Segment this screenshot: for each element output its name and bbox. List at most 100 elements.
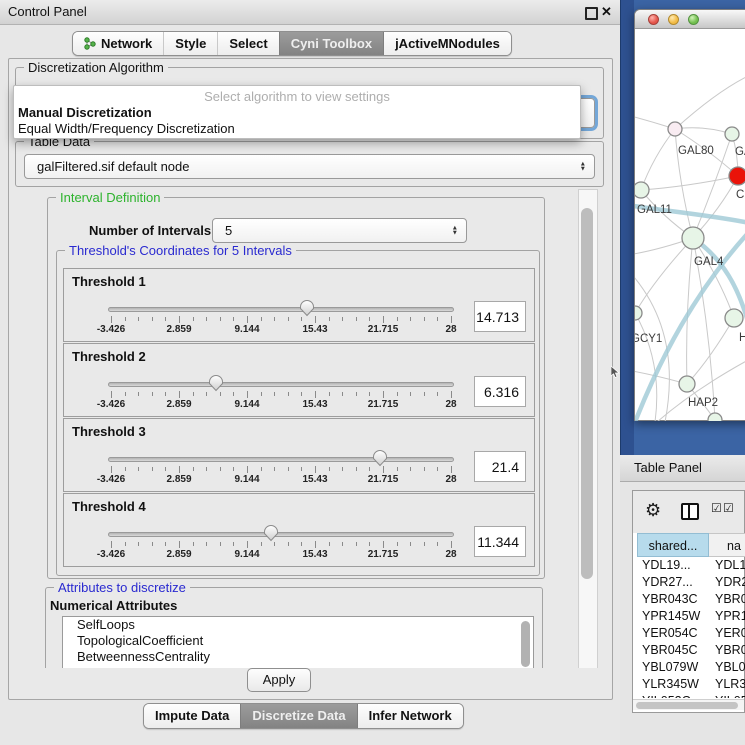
tab-style[interactable]: Style [163,32,217,55]
cytopanel-tab-bar: Network Style Select Cyni Toolbox jActiv… [72,31,512,56]
node-label: GAL11 [637,204,672,216]
table-row[interactable]: YBR045CYBR04 [637,642,745,659]
numeric-attributes-list[interactable]: SelfLoopsTopologicalCoefficientBetweenne… [62,616,534,668]
threshold-value-field[interactable]: 6.316 [474,376,526,407]
table-row[interactable]: YLR345WYLR34 [637,676,745,693]
table-data-value: galFiltered.sif default node [37,155,189,178]
interval-definition-group: Interval Definition Number of Intervals … [47,197,545,579]
tab-discretize-data[interactable]: Discretize Data [240,704,356,728]
network-node-gcy1[interactable] [635,306,642,320]
column-header-name[interactable]: na [709,533,745,557]
num-intervals-label: Number of Intervals [89,223,211,238]
slider-track[interactable] [108,307,454,312]
tab-select[interactable]: Select [217,32,278,55]
threshold-2-panel: Threshold 2 -3.4262.8599.14415.4321.7152… [63,343,535,417]
network-node-ga[interactable] [725,127,739,141]
network-node-gal11[interactable] [635,182,649,198]
columns-icon[interactable] [681,503,699,520]
threshold-value-field[interactable]: 21.4 [474,451,526,482]
checkbox-icon[interactable]: ☑ [723,501,734,515]
tab-jactivemnodules[interactable]: jActiveMNodules [383,32,511,55]
num-intervals-combobox[interactable]: 5 ▲ ▼ [212,218,467,243]
table-row[interactable]: YBR043CYBR04 [637,591,745,608]
slider-thumb[interactable] [208,374,224,392]
table-panel-title: Table Panel [634,460,702,475]
network-node-gal4[interactable] [682,227,704,249]
popup-option-equal-width[interactable]: Equal Width/Frequency Discretization [18,121,235,136]
zoom-traffic-light-icon[interactable] [688,14,699,25]
table-row[interactable]: YIL052CYIL05 [637,693,745,698]
algorithm-popup: Select algorithm to view settings Manual… [13,85,581,139]
spinner-icon: ▲ ▼ [452,225,458,236]
slider-scale-labels: -3.4262.8599.14415.4321.71528 [64,474,534,486]
node-table-container: ⚙ ☑ ☑ shared... na YDL19...YDL19YDR27...… [632,490,745,713]
threshold-coordinates-legend: Threshold's Coordinates for 5 Intervals [65,243,296,258]
attribute-list-item[interactable]: SelfLoops [63,617,533,633]
column-header-shared-name[interactable]: shared... [637,533,709,557]
algorithm-group-legend: Discretization Algorithm [24,60,168,75]
slider-track[interactable] [108,532,454,537]
threshold-value-field[interactable]: 11.344 [474,526,526,557]
list-scrollbar[interactable] [521,621,530,667]
threshold-1-panel: Threshold 1 -3.4262.8599.14415.4321.7152… [63,268,535,342]
table-panel-titlebar: Table Panel [620,455,745,482]
threshold-label: Threshold 1 [72,274,146,289]
slider-thumb[interactable] [299,299,315,317]
network-node-gal80[interactable] [668,122,682,136]
network-icon [84,37,96,50]
slider-ticks [64,316,534,324]
attribute-list-item[interactable]: BetweennessCentrality [63,649,533,665]
interval-definition-legend: Interval Definition [56,190,164,205]
close-icon[interactable]: ✕ [601,0,612,24]
table-data-combobox[interactable]: galFiltered.sif default node ▲ ▼ [24,154,595,179]
scrollbar-thumb[interactable] [581,208,593,579]
float-window-icon[interactable] [585,7,598,20]
tab-infer-network[interactable]: Infer Network [357,704,463,728]
tab-impute-data[interactable]: Impute Data [144,704,240,728]
checkbox-icon[interactable]: ☑ [711,501,722,515]
table-row[interactable]: YER054CYER05 [637,625,745,642]
table-row[interactable]: YDL19...YDL19 [637,557,745,574]
numerical-attributes-title: Numerical Attributes [50,598,177,613]
scrollbar-thumb[interactable] [636,702,738,709]
panel-splitter[interactable] [620,0,634,455]
table-toolbar: ⚙ ☑ ☑ [633,491,744,533]
network-canvas[interactable]: GAL80GACGAL11GAL4GCY1HHAP2 [635,29,745,421]
attribute-list-item[interactable]: TopologicalCoefficient [63,633,533,649]
attributes-group: Attributes to discretize Numerical Attri… [45,587,543,668]
close-traffic-light-icon[interactable] [648,14,659,25]
slider-ticks [64,466,534,474]
popup-option-manual-discretization[interactable]: Manual Discretization [18,105,152,120]
network-node-c[interactable] [729,167,745,185]
tab-cyni-toolbox[interactable]: Cyni Toolbox [279,32,383,55]
gear-icon[interactable]: ⚙ [645,500,661,521]
slider-ticks [64,541,534,549]
slider-track[interactable] [108,382,454,387]
network-node[interactable] [708,413,722,421]
settings-viewport: Interval Definition Number of Intervals … [15,189,599,668]
table-row[interactable]: YBL079WYBL07 [637,659,745,676]
node-label: GA [735,146,745,158]
tab-network[interactable]: Network [73,32,163,55]
network-node-hap2[interactable] [679,376,695,392]
slider-thumb[interactable] [263,524,279,542]
threshold-value-field[interactable]: 14.713 [474,301,526,332]
threshold-label: Threshold 3 [72,424,146,439]
slider-scale-labels: -3.4262.8599.14415.4321.71528 [64,549,534,561]
network-node-h[interactable] [725,309,743,327]
slider-track[interactable] [108,457,454,462]
app-root: Control Panel ✕ Network Style Select Cyn… [0,0,745,745]
slider-ticks [64,391,534,399]
table-row[interactable]: YPR145WYPR14 [637,608,745,625]
table-panel: ⚙ ☑ ☑ shared... na YDL19...YDL19YDR27...… [620,482,745,745]
slider-thumb[interactable] [372,449,388,467]
apply-button[interactable]: Apply [247,668,311,692]
table-row[interactable]: YDR27...YDR27 [637,574,745,591]
threshold-coordinates-group: Threshold's Coordinates for 5 Intervals … [56,250,540,576]
table-hscrollbar[interactable] [633,699,744,710]
network-window-titlebar[interactable] [635,10,745,29]
minimize-traffic-light-icon[interactable] [668,14,679,25]
settings-scrollbar[interactable] [578,189,598,668]
cyni-bottom-tab-bar: Impute Data Discretize Data Infer Networ… [143,703,464,729]
panel-title: Control Panel [8,0,87,24]
